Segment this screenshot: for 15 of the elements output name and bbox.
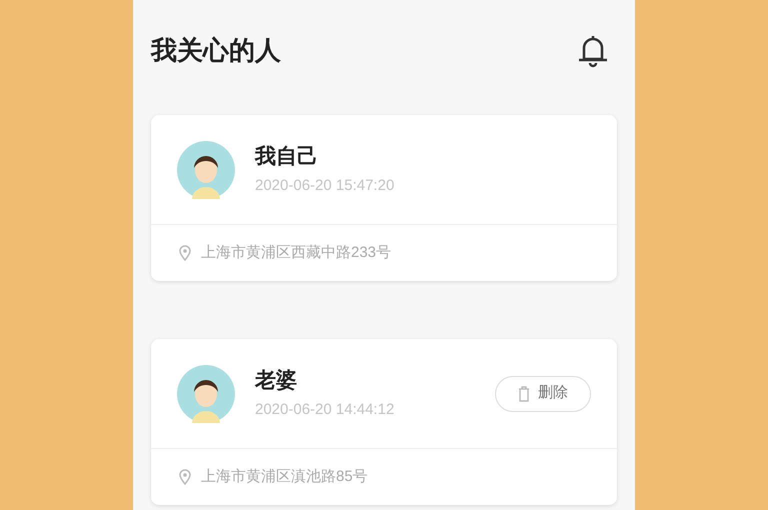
trash-icon [518,386,530,402]
timestamp: 2020-06-20 15:47:20 [255,176,396,196]
location-pin-icon [179,469,191,485]
location-pin-icon [179,245,191,261]
person-name: 我自己 [255,144,319,170]
page-title: 我关心的人 [151,34,281,66]
person-card[interactable]: 我自己 2020-06-20 15:47:20 上海市黄浦区西藏中路233号 [151,115,617,281]
address: 上海市黄浦区滇池路85号 [201,466,368,487]
avatar-icon [177,364,235,422]
avatar-icon [177,140,235,198]
person-name: 老婆 [255,368,298,394]
person-card[interactable]: 老婆 2020-06-20 14:44:12 删除 上海市黄浦区滇池路85号 [151,339,617,505]
timestamp: 2020-06-20 14:44:12 [255,400,396,420]
delete-button[interactable]: 删除 [495,376,591,412]
address: 上海市黄浦区西藏中路233号 [201,242,392,263]
